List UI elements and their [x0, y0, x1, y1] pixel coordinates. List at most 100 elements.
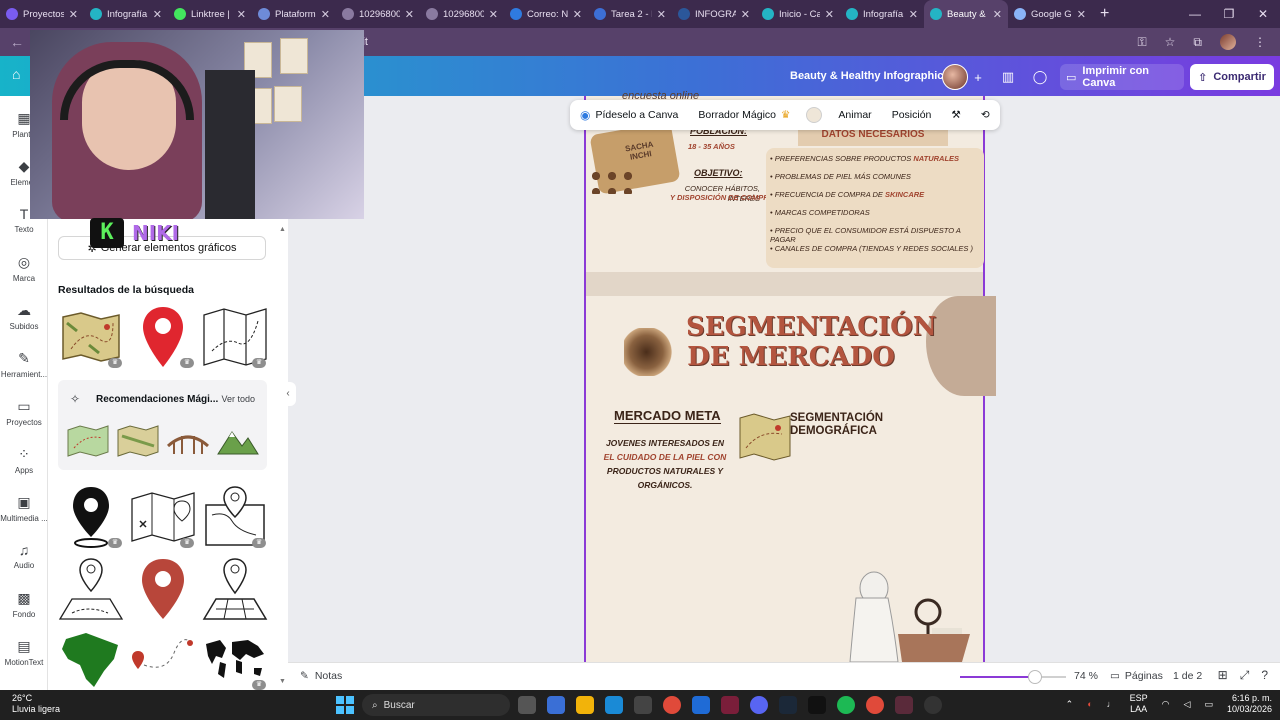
- close-tab-icon[interactable]: ✕: [741, 8, 750, 21]
- obs-icon[interactable]: [924, 696, 942, 714]
- sacha-inchi-seeds[interactable]: [588, 168, 638, 194]
- close-tab-icon[interactable]: ✕: [1077, 8, 1086, 21]
- close-tab-icon[interactable]: ✕: [69, 8, 78, 21]
- discord-icon[interactable]: [750, 696, 768, 714]
- close-window-icon[interactable]: ✕: [1246, 0, 1280, 28]
- fullscreen-icon[interactable]: ⤢: [1240, 668, 1250, 683]
- capture-app-icon[interactable]: [895, 696, 913, 714]
- ask-canva-button[interactable]: ◉ Pídeselo a Canva: [570, 108, 688, 122]
- close-tab-icon[interactable]: ✕: [405, 8, 414, 21]
- extensions-icon[interactable]: ⧉: [1193, 35, 1202, 50]
- rail-item-brand[interactable]: ◎ Marca: [0, 254, 48, 283]
- demographic-heading[interactable]: SEGMENTACIÓN DEMOGRÁFICA: [790, 412, 890, 438]
- close-tab-icon[interactable]: ✕: [321, 8, 330, 21]
- tray-chevron-icon[interactable]: ⌃: [1066, 699, 1074, 710]
- woman-at-desk-illustration[interactable]: [842, 568, 972, 662]
- zoom-level[interactable]: 74 %: [1074, 670, 1098, 682]
- zoom-slider-knob[interactable]: [1028, 670, 1043, 684]
- decorative-blob[interactable]: [926, 296, 996, 396]
- close-tab-icon[interactable]: ✕: [909, 8, 918, 21]
- document-title[interactable]: Beauty & Healthy Infographic: [790, 70, 943, 82]
- volume-icon[interactable]: ◁: [1184, 699, 1191, 710]
- help-icon[interactable]: ?: [1261, 668, 1268, 683]
- pin-route-thumb[interactable]: [58, 556, 124, 622]
- target-market-text[interactable]: JOVENES INTERESADOS EN EL CUIDADO DE LA …: [600, 436, 730, 492]
- world-map-thumb[interactable]: ♛: [202, 626, 268, 692]
- share-button[interactable]: ⇧ Compartir: [1190, 64, 1274, 90]
- sacha-inchi-nut-image[interactable]: [624, 328, 680, 376]
- steam-icon[interactable]: [779, 696, 797, 714]
- scroll-up-icon[interactable]: ▲: [279, 226, 286, 233]
- close-tab-icon[interactable]: ✕: [489, 8, 498, 21]
- browser-tab[interactable]: 10296800 ✕: [420, 0, 504, 28]
- browser-tab[interactable]: Beauty & ✕: [924, 0, 1008, 28]
- browser-tab[interactable]: Correo: N ✕: [504, 0, 588, 28]
- chrome-icon[interactable]: [663, 696, 681, 714]
- windows-start-icon[interactable]: [336, 696, 354, 714]
- rail-item-uploads[interactable]: ☁ Subidos: [0, 302, 48, 331]
- taskbar-search[interactable]: ⌕ Buscar: [362, 694, 510, 716]
- browser-tab[interactable]: Linktree | ✕: [168, 0, 252, 28]
- pages-button[interactable]: ▭ Páginas: [1110, 670, 1163, 682]
- browser-tab[interactable]: Inicio - Ca ✕: [756, 0, 840, 28]
- new-tab-icon[interactable]: +: [1100, 5, 1109, 23]
- collaborator-avatar[interactable]: [942, 64, 968, 90]
- black-pin-thumb[interactable]: ♛: [58, 484, 124, 550]
- kebab-menu-icon[interactable]: ⋮: [1254, 35, 1266, 49]
- language-indicator[interactable]: ESP LAA: [1130, 693, 1148, 715]
- restore-icon[interactable]: ❐: [1212, 0, 1246, 28]
- store-icon[interactable]: [634, 696, 652, 714]
- password-key-icon[interactable]: ⚿: [1138, 35, 1147, 50]
- battery-icon[interactable]: ▭: [1204, 699, 1213, 710]
- browser-tab[interactable]: Plataforma ✕: [252, 0, 336, 28]
- weather-widget[interactable]: 26°C Lluvia ligera: [12, 693, 60, 715]
- close-tab-icon[interactable]: ✕: [573, 8, 582, 21]
- browser-tab[interactable]: 10296800 ✕: [336, 0, 420, 28]
- tiktok-icon[interactable]: [808, 696, 826, 714]
- page-count[interactable]: 1 de 2: [1173, 670, 1202, 682]
- folded-map-thumb[interactable]: ♛: [202, 304, 268, 370]
- rail-item-media[interactable]: ▣ Multimedia ...: [0, 494, 48, 523]
- brown-pin-thumb[interactable]: [130, 556, 196, 622]
- close-tab-icon[interactable]: ✕: [237, 8, 246, 21]
- file-explorer-icon[interactable]: [576, 696, 594, 714]
- task-view-icon[interactable]: [518, 696, 536, 714]
- target-market-heading[interactable]: MERCADO META: [614, 408, 721, 424]
- map-rec-2[interactable]: [116, 424, 160, 458]
- browser-tab[interactable]: Proyectos ✕: [0, 0, 84, 28]
- mountains-rec[interactable]: [216, 424, 260, 458]
- browser-tab[interactable]: Tarea 2 - E ✕: [588, 0, 672, 28]
- segmentation-title[interactable]: SEGMENTACIÓN DE MERCADO: [686, 312, 937, 372]
- outlook-icon[interactable]: [692, 696, 710, 714]
- wifi-icon[interactable]: ◠: [1162, 699, 1170, 710]
- animate-button[interactable]: Animar: [828, 109, 881, 121]
- close-tab-icon[interactable]: ✕: [153, 8, 162, 21]
- red-pin-thumb[interactable]: ♛: [130, 304, 196, 370]
- collapse-panel-button[interactable]: ‹: [280, 382, 296, 406]
- route-pin-thumb[interactable]: [130, 626, 196, 692]
- comment-icon[interactable]: ◯: [1030, 64, 1050, 90]
- back-icon[interactable]: ←: [10, 34, 24, 50]
- magic-eraser-button[interactable]: Borrador Mágico ♛: [688, 109, 800, 121]
- rail-item-apps[interactable]: ⁘ Apps: [0, 446, 48, 475]
- paint-format-icon[interactable]: ⚒: [941, 109, 970, 121]
- pin-on-map-thumb[interactable]: [202, 556, 268, 622]
- app-icon[interactable]: [721, 696, 739, 714]
- home-icon[interactable]: ⌂: [12, 66, 20, 82]
- minimize-icon[interactable]: —: [1178, 0, 1212, 28]
- see-all-link[interactable]: Ver todo: [221, 394, 255, 404]
- chrome-active-icon[interactable]: [866, 696, 884, 714]
- rail-item-audio[interactable]: ♫ Audio: [0, 542, 48, 570]
- browser-tab[interactable]: INFOGRAF ✕: [672, 0, 756, 28]
- notes-button[interactable]: ✎ Notas: [300, 670, 342, 682]
- brazil-map-thumb[interactable]: [58, 626, 124, 692]
- close-tab-icon[interactable]: ✕: [993, 8, 1002, 21]
- color-swatch[interactable]: [806, 107, 823, 123]
- zoom-slider[interactable]: [960, 670, 1066, 684]
- close-tab-icon[interactable]: ✕: [825, 8, 834, 21]
- microphone-icon[interactable]: ♩: [1107, 699, 1116, 709]
- rail-item-motiontext[interactable]: ▤ MotionText: [0, 638, 48, 667]
- demographic-map-image[interactable]: [738, 412, 792, 462]
- bookmark-star-icon[interactable]: ☆: [1165, 35, 1176, 49]
- close-tab-icon[interactable]: ✕: [657, 8, 666, 21]
